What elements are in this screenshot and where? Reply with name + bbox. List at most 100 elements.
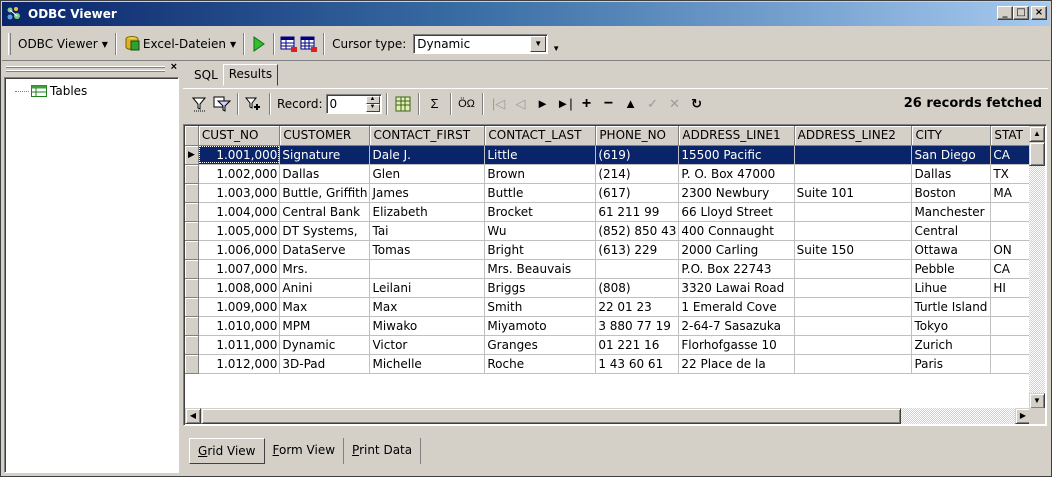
table-cell[interactable]: 1.011,000 bbox=[198, 335, 281, 355]
calendar-grid-icon[interactable] bbox=[299, 34, 319, 54]
table-cell[interactable]: MA bbox=[990, 183, 1031, 203]
table-cell[interactable] bbox=[990, 221, 1031, 241]
minimize-button[interactable]: _ bbox=[997, 6, 1013, 20]
table-cell[interactable]: CA bbox=[990, 259, 1031, 279]
table-cell[interactable]: P.O. Box 22743 bbox=[678, 259, 795, 279]
column-header[interactable]: ADDRESS_LINE1 bbox=[678, 126, 795, 146]
table-cell[interactable]: Central bbox=[911, 221, 992, 241]
table-cell[interactable]: Tai bbox=[369, 221, 486, 241]
close-icon[interactable]: × bbox=[171, 61, 177, 73]
table-cell[interactable] bbox=[990, 297, 1031, 317]
table-cell[interactable]: 1.002,000 bbox=[198, 164, 281, 184]
row-indicator[interactable] bbox=[185, 297, 199, 317]
table-cell[interactable]: 3D-Pad bbox=[279, 354, 371, 374]
table-cell[interactable]: Miwako bbox=[369, 316, 486, 336]
column-header[interactable]: CONTACT_FIRST bbox=[369, 126, 486, 146]
table-cell[interactable]: (617) bbox=[595, 183, 680, 203]
query-filter-icon[interactable] bbox=[211, 93, 233, 115]
table-row[interactable]: 1.005,000 DT Systems, Tai Wu (852) 850 43 400… bbox=[185, 221, 1031, 241]
tab-print-data[interactable]: Print Data bbox=[344, 438, 422, 464]
tree-item-tables[interactable]: Tables bbox=[15, 84, 87, 98]
table-cell[interactable]: Mrs. bbox=[279, 259, 371, 279]
table-cell[interactable]: 2300 Newbury bbox=[678, 183, 795, 203]
chevron-down-icon[interactable]: ▼ bbox=[530, 36, 547, 52]
table-cell[interactable]: 2000 Carling bbox=[678, 240, 795, 260]
current-row-indicator-icon[interactable]: ▶ bbox=[185, 145, 199, 165]
table-cell[interactable] bbox=[990, 316, 1031, 336]
table-cell[interactable] bbox=[595, 259, 680, 279]
tab-sql[interactable]: SQL bbox=[189, 66, 223, 86]
table-cell[interactable]: (613) 229 bbox=[595, 240, 680, 260]
column-header[interactable]: CUSTOMER bbox=[279, 126, 371, 146]
post-edit-icon[interactable]: ✓ bbox=[642, 93, 664, 115]
table-cell[interactable] bbox=[794, 354, 913, 374]
vertical-scroll-thumb[interactable] bbox=[1029, 142, 1045, 166]
column-header[interactable]: CONTACT_LAST bbox=[484, 126, 597, 146]
table-cell[interactable]: (619) bbox=[595, 145, 680, 165]
title-bar[interactable]: ODBC Viewer _ □ × bbox=[2, 2, 1050, 26]
spin-down-icon[interactable]: ▼ bbox=[365, 103, 380, 112]
table-cell[interactable]: Anini bbox=[279, 278, 371, 298]
table-cell[interactable]: (852) 850 43 bbox=[595, 221, 680, 241]
close-button[interactable]: × bbox=[1031, 6, 1047, 20]
next-record-icon[interactable]: ► bbox=[532, 93, 554, 115]
horizontal-scroll-thumb[interactable] bbox=[201, 408, 901, 424]
table-cell[interactable] bbox=[990, 335, 1031, 355]
grid-export-icon[interactable] bbox=[279, 34, 299, 54]
table-cell[interactable]: Buttle, Griffith bbox=[279, 183, 371, 203]
spreadsheet-icon[interactable] bbox=[392, 93, 414, 115]
refresh-icon[interactable]: ↻ bbox=[686, 93, 708, 115]
special-chars-icon[interactable]: ÖΩ bbox=[456, 93, 478, 115]
tab-results[interactable]: Results bbox=[222, 64, 279, 86]
insert-record-icon[interactable]: + bbox=[576, 93, 598, 115]
tab-form-view[interactable]: Form View bbox=[265, 438, 345, 464]
table-cell[interactable]: 61 211 99 bbox=[595, 202, 680, 222]
tables-pane-header[interactable]: × bbox=[4, 61, 179, 76]
column-header[interactable]: ADDRESS_LINE2 bbox=[794, 126, 913, 146]
horizontal-scrollbar[interactable]: ◀ ▶ bbox=[185, 408, 1031, 424]
table-cell[interactable]: Suite 101 bbox=[794, 183, 913, 203]
table-cell[interactable]: Wu bbox=[484, 221, 597, 241]
table-cell[interactable]: 2-64-7 Sasazuka bbox=[678, 316, 795, 336]
table-cell[interactable]: 1 Emerald Cove bbox=[678, 297, 795, 317]
table-cell[interactable]: TX bbox=[990, 164, 1031, 184]
sum-icon[interactable]: Σ bbox=[424, 93, 446, 115]
table-cell[interactable]: 3320 Lawai Road bbox=[678, 278, 795, 298]
odbc-viewer-menu[interactable]: ODBC Viewer ▼ bbox=[15, 33, 111, 55]
table-cell[interactable]: 01 221 16 bbox=[595, 335, 680, 355]
table-cell[interactable]: Tomas bbox=[369, 240, 486, 260]
table-cell[interactable]: 1 43 60 61 bbox=[595, 354, 680, 374]
table-cell[interactable]: 1.001,000 bbox=[198, 145, 281, 165]
row-indicator[interactable] bbox=[185, 335, 199, 355]
column-header[interactable]: CITY bbox=[911, 126, 992, 146]
table-cell[interactable]: 1.010,000 bbox=[198, 316, 281, 336]
table-cell[interactable]: 22 01 23 bbox=[595, 297, 680, 317]
table-cell[interactable]: Briggs bbox=[484, 278, 597, 298]
table-cell[interactable]: Leilani bbox=[369, 278, 486, 298]
table-cell[interactable]: Tokyo bbox=[911, 316, 992, 336]
table-cell[interactable]: Manchester bbox=[911, 202, 992, 222]
table-cell[interactable] bbox=[990, 202, 1031, 222]
table-row[interactable]: 1.009,000 Max Max Smith 22 01 23 1 Emerald Co… bbox=[185, 297, 1031, 317]
delete-record-icon[interactable]: − bbox=[598, 93, 620, 115]
table-cell[interactable]: Max bbox=[279, 297, 371, 317]
table-cell[interactable]: HI bbox=[990, 278, 1031, 298]
table-cell[interactable]: Bright bbox=[484, 240, 597, 260]
row-indicator[interactable] bbox=[185, 316, 199, 336]
filter-icon[interactable] bbox=[189, 93, 211, 115]
table-cell[interactable]: DT Systems, bbox=[279, 221, 371, 241]
add-filter-icon[interactable] bbox=[243, 93, 265, 115]
table-cell[interactable]: 1.006,000 bbox=[198, 240, 281, 260]
row-indicator[interactable] bbox=[185, 183, 199, 203]
table-cell[interactable]: Dynamic bbox=[279, 335, 371, 355]
table-cell[interactable]: 1.003,000 bbox=[198, 183, 281, 203]
table-cell[interactable]: Lihue bbox=[911, 278, 992, 298]
table-cell[interactable]: CA bbox=[990, 145, 1031, 165]
table-cell[interactable]: Turtle Island bbox=[911, 297, 992, 317]
table-cell[interactable]: Elizabeth bbox=[369, 202, 486, 222]
table-cell[interactable]: Dale J. bbox=[369, 145, 486, 165]
table-row[interactable]: ▶ 1.001,000 Signature Dale J. Little (619) 155… bbox=[185, 145, 1031, 165]
tables-tree[interactable]: Tables bbox=[4, 77, 179, 473]
table-cell[interactable]: Little bbox=[484, 145, 597, 165]
table-row[interactable]: 1.010,000 MPM Miwako Miyamoto 3 880 77 19 2-6… bbox=[185, 316, 1031, 336]
